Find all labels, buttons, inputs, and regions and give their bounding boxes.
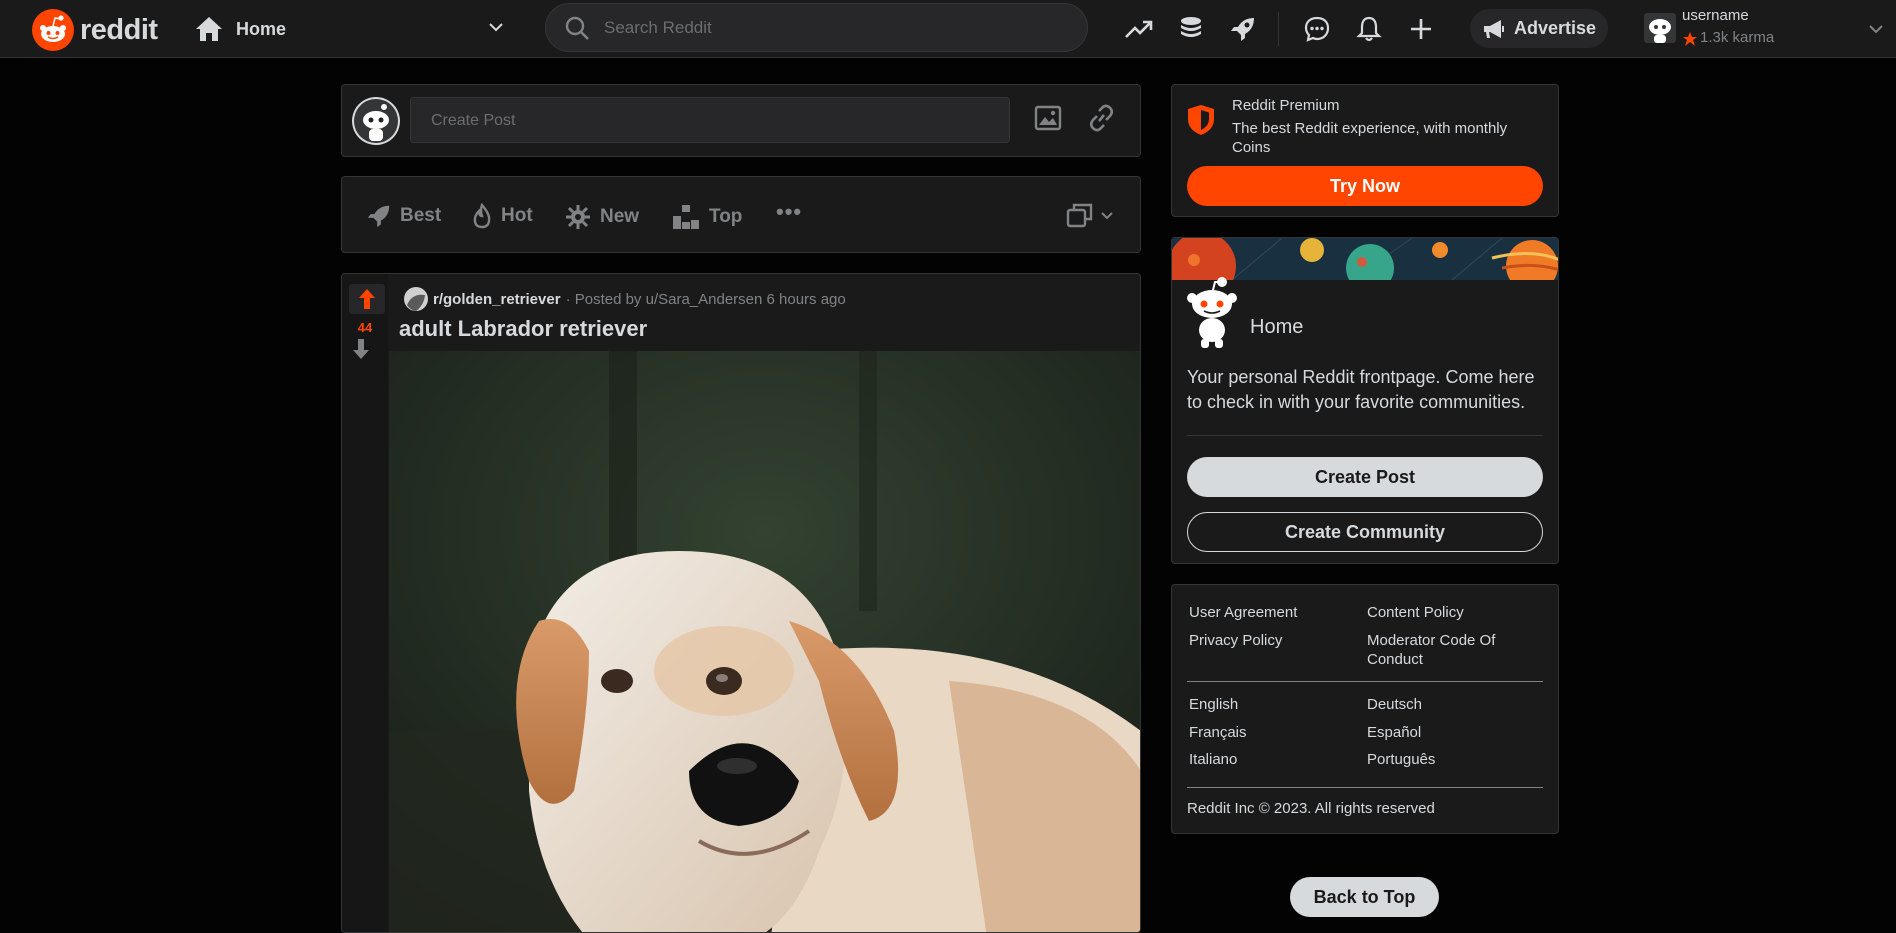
post-card[interactable]: 44 r/golden_retriever · Posted by u/Sara… bbox=[341, 273, 1141, 933]
karma-icon bbox=[1683, 32, 1697, 46]
rocket-icon bbox=[367, 205, 390, 228]
sort-top-button[interactable]: Top bbox=[671, 203, 742, 231]
logo-text: reddit bbox=[80, 13, 158, 46]
divider bbox=[1187, 787, 1543, 788]
sort-new-button[interactable]: New bbox=[564, 203, 639, 231]
space-banner bbox=[1172, 238, 1558, 280]
language-english[interactable]: English bbox=[1189, 695, 1238, 714]
divider bbox=[1187, 435, 1543, 436]
search-input[interactable] bbox=[602, 16, 1046, 39]
subreddit-icon[interactable] bbox=[404, 287, 428, 311]
home-dropdown[interactable]: Home bbox=[194, 13, 506, 45]
copyright: Reddit Inc © 2023. All rights reserved bbox=[1187, 800, 1435, 817]
back-to-top-button[interactable]: Back to Top bbox=[1290, 877, 1439, 917]
language-francais[interactable]: Français bbox=[1189, 723, 1247, 742]
advertise-label: Advertise bbox=[1513, 18, 1597, 38]
bell-icon bbox=[1356, 16, 1382, 42]
chat-button[interactable] bbox=[1302, 14, 1332, 44]
image-icon[interactable] bbox=[1034, 105, 1062, 131]
user-menu[interactable]: username 1.3k karma bbox=[1644, 5, 1894, 53]
rocket-icon bbox=[1231, 18, 1254, 41]
upvote-arrow-icon bbox=[359, 289, 375, 309]
create-post-card: Create Post bbox=[341, 84, 1141, 157]
chevron-down-icon bbox=[489, 23, 503, 32]
avatar-icon bbox=[1644, 13, 1676, 43]
more-sort-button[interactable]: ••• bbox=[776, 199, 802, 225]
sort-best-button[interactable]: Best bbox=[366, 203, 441, 229]
view-layout-dropdown[interactable] bbox=[1066, 201, 1116, 229]
header-divider bbox=[1278, 12, 1279, 46]
downvote-arrow-icon[interactable] bbox=[352, 338, 370, 360]
subreddit-link[interactable]: r/golden_retriever bbox=[433, 291, 561, 308]
post-image[interactable] bbox=[389, 351, 1140, 932]
create-post-sidebar-button[interactable]: Create Post bbox=[1187, 457, 1543, 497]
try-now-button[interactable]: Try Now bbox=[1187, 166, 1543, 206]
create-post-button[interactable] bbox=[1406, 14, 1436, 44]
coins-button[interactable] bbox=[1176, 14, 1206, 44]
footer-links-card: User Agreement Content Policy Privacy Po… bbox=[1171, 584, 1559, 834]
privacy-policy-link[interactable]: Privacy Policy bbox=[1189, 631, 1282, 650]
flame-icon bbox=[473, 203, 491, 229]
advertise-button[interactable]: Advertise bbox=[1470, 9, 1608, 48]
posted-by: · Posted by u/Sara_Andersen 6 hours ago bbox=[565, 290, 846, 308]
sort-hot-label: Hot bbox=[501, 205, 533, 226]
vote-score: 44 bbox=[357, 320, 373, 335]
link-icon[interactable] bbox=[1085, 104, 1117, 132]
create-post-input[interactable]: Create Post bbox=[410, 97, 1010, 143]
plus-icon bbox=[1411, 19, 1431, 39]
sort-best-label: Best bbox=[400, 205, 442, 226]
notifications-button[interactable] bbox=[1354, 14, 1384, 44]
home-description: Your personal Reddit frontpage. Come her… bbox=[1187, 367, 1535, 412]
sort-bar: Best Hot New Top ••• bbox=[341, 176, 1141, 253]
chevron-down-icon bbox=[1101, 212, 1113, 220]
language-portugues[interactable]: Português bbox=[1367, 750, 1435, 769]
premium-description: The best Reddit experience, with monthly… bbox=[1232, 120, 1508, 156]
premium-card: Reddit Premium The best Reddit experienc… bbox=[1171, 84, 1559, 217]
more-icon: ••• bbox=[776, 199, 803, 224]
trending-icon bbox=[1125, 20, 1153, 38]
language-italiano[interactable]: Italiano bbox=[1189, 750, 1237, 769]
user-agreement-link[interactable]: User Agreement bbox=[1189, 603, 1297, 622]
home-label: Home bbox=[236, 18, 287, 39]
coins-icon bbox=[1181, 17, 1201, 37]
megaphone-icon bbox=[1483, 19, 1504, 38]
premium-title: Reddit Premium bbox=[1232, 97, 1340, 114]
dog-photo bbox=[389, 351, 1140, 932]
upvote-button[interactable] bbox=[349, 284, 385, 314]
sort-hot-button[interactable]: Hot bbox=[471, 203, 533, 229]
search-icon bbox=[565, 16, 589, 40]
username: username bbox=[1682, 7, 1749, 24]
sort-new-label: New bbox=[600, 206, 640, 227]
reddit-logo[interactable]: reddit bbox=[32, 9, 158, 51]
reddit-snoo-icon bbox=[32, 9, 74, 51]
post-title[interactable]: adult Labrador retriever bbox=[399, 316, 647, 342]
moderator-code-link[interactable]: Moderator Code Of Conduct bbox=[1367, 631, 1517, 669]
vote-column: 44 bbox=[342, 274, 388, 932]
snoo-mascot-icon bbox=[1187, 277, 1237, 348]
shield-icon bbox=[1188, 105, 1214, 135]
home-icon bbox=[196, 17, 222, 41]
sparkle-gear-icon bbox=[566, 205, 590, 229]
user-avatar[interactable] bbox=[352, 97, 400, 145]
home-title: Home bbox=[1250, 316, 1304, 338]
search-bar[interactable] bbox=[545, 3, 1088, 52]
create-community-button[interactable]: Create Community bbox=[1187, 512, 1543, 552]
top-header: reddit Home Search Reddit Advertise user… bbox=[0, 0, 1896, 58]
karma-count: 1.3k karma bbox=[1700, 29, 1775, 46]
podium-icon bbox=[673, 205, 699, 229]
sort-top-label: Top bbox=[709, 206, 743, 227]
content-policy-link[interactable]: Content Policy bbox=[1367, 603, 1464, 622]
language-espanol[interactable]: Español bbox=[1367, 723, 1421, 742]
card-view-icon bbox=[1066, 203, 1093, 228]
chat-icon bbox=[1304, 16, 1330, 42]
post-meta: r/golden_retriever · Posted by u/Sara_An… bbox=[404, 287, 846, 311]
home-info-card: Home Your personal Reddit frontpage. Com… bbox=[1171, 237, 1559, 564]
language-deutsch[interactable]: Deutsch bbox=[1367, 695, 1422, 714]
rpan-button[interactable] bbox=[1228, 14, 1258, 44]
chevron-down-icon bbox=[1869, 25, 1883, 34]
popular-button[interactable] bbox=[1124, 14, 1154, 44]
divider bbox=[1187, 681, 1543, 682]
